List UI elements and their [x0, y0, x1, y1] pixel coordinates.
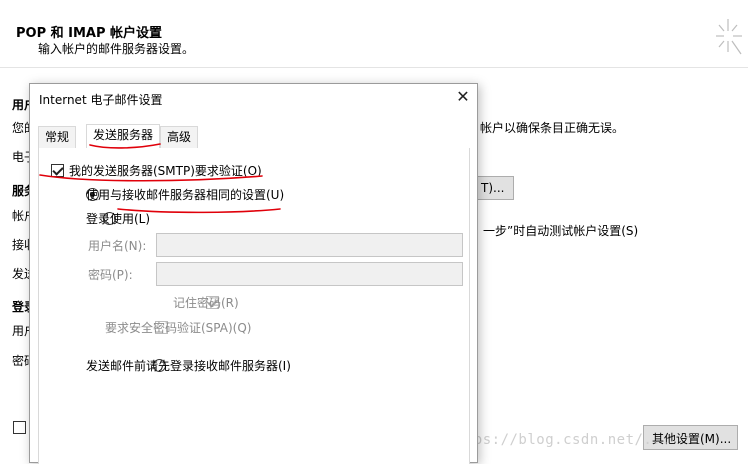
- close-icon[interactable]: ✕: [455, 89, 471, 105]
- password-field[interactable]: [156, 262, 463, 286]
- remember-password-label: 记住密码(R): [173, 296, 239, 310]
- password-label: 密码(P):: [88, 268, 133, 282]
- tab-general[interactable]: 常规: [38, 126, 77, 148]
- internet-email-settings-dialog: Internet 电子邮件设置 ✕ 常规 发送服务器 高级 我的发送服务器(SM…: [29, 83, 478, 464]
- same-settings-label: 使用与接收邮件服务器相同的设置(U): [86, 188, 285, 202]
- username-field[interactable]: [156, 233, 463, 257]
- pop-before-smtp-label: 发送邮件前请先登录接收邮件服务器(I): [86, 359, 291, 373]
- page-title: POP 和 IMAP 帐户设置: [16, 26, 163, 41]
- dialog-title: Internet 电子邮件设置: [39, 93, 163, 107]
- spa-label: 要求安全密码验证(SPA)(Q): [105, 321, 252, 335]
- test-account-button[interactable]: T)...: [476, 176, 514, 200]
- smtp-auth-checkbox[interactable]: [51, 164, 64, 177]
- login-with-label: 登录使用(L): [86, 212, 151, 226]
- auto-test-text: 一步”时自动测试帐户设置(S): [483, 224, 639, 238]
- sparkle-icon: [716, 19, 742, 55]
- page-subtitle: 输入帐户的邮件服务器设置。: [38, 42, 195, 56]
- smtp-auth-label: 我的发送服务器(SMTP)要求验证(O): [69, 164, 262, 178]
- test-instructions-text: 帐户以确保条目正确无误。: [480, 121, 625, 135]
- outgoing-server-panel: 我的发送服务器(SMTP)要求验证(O) 使用与接收邮件服务器相同的设置(U) …: [38, 148, 470, 464]
- username-label: 用户名(N):: [88, 239, 147, 253]
- header-divider: [0, 67, 748, 68]
- bg-checkbox[interactable]: [13, 421, 26, 434]
- tab-outgoing-server[interactable]: 发送服务器: [86, 124, 161, 148]
- watermark: https://blog.csdn.net/...: [447, 432, 671, 448]
- tab-advanced[interactable]: 高级: [160, 126, 199, 148]
